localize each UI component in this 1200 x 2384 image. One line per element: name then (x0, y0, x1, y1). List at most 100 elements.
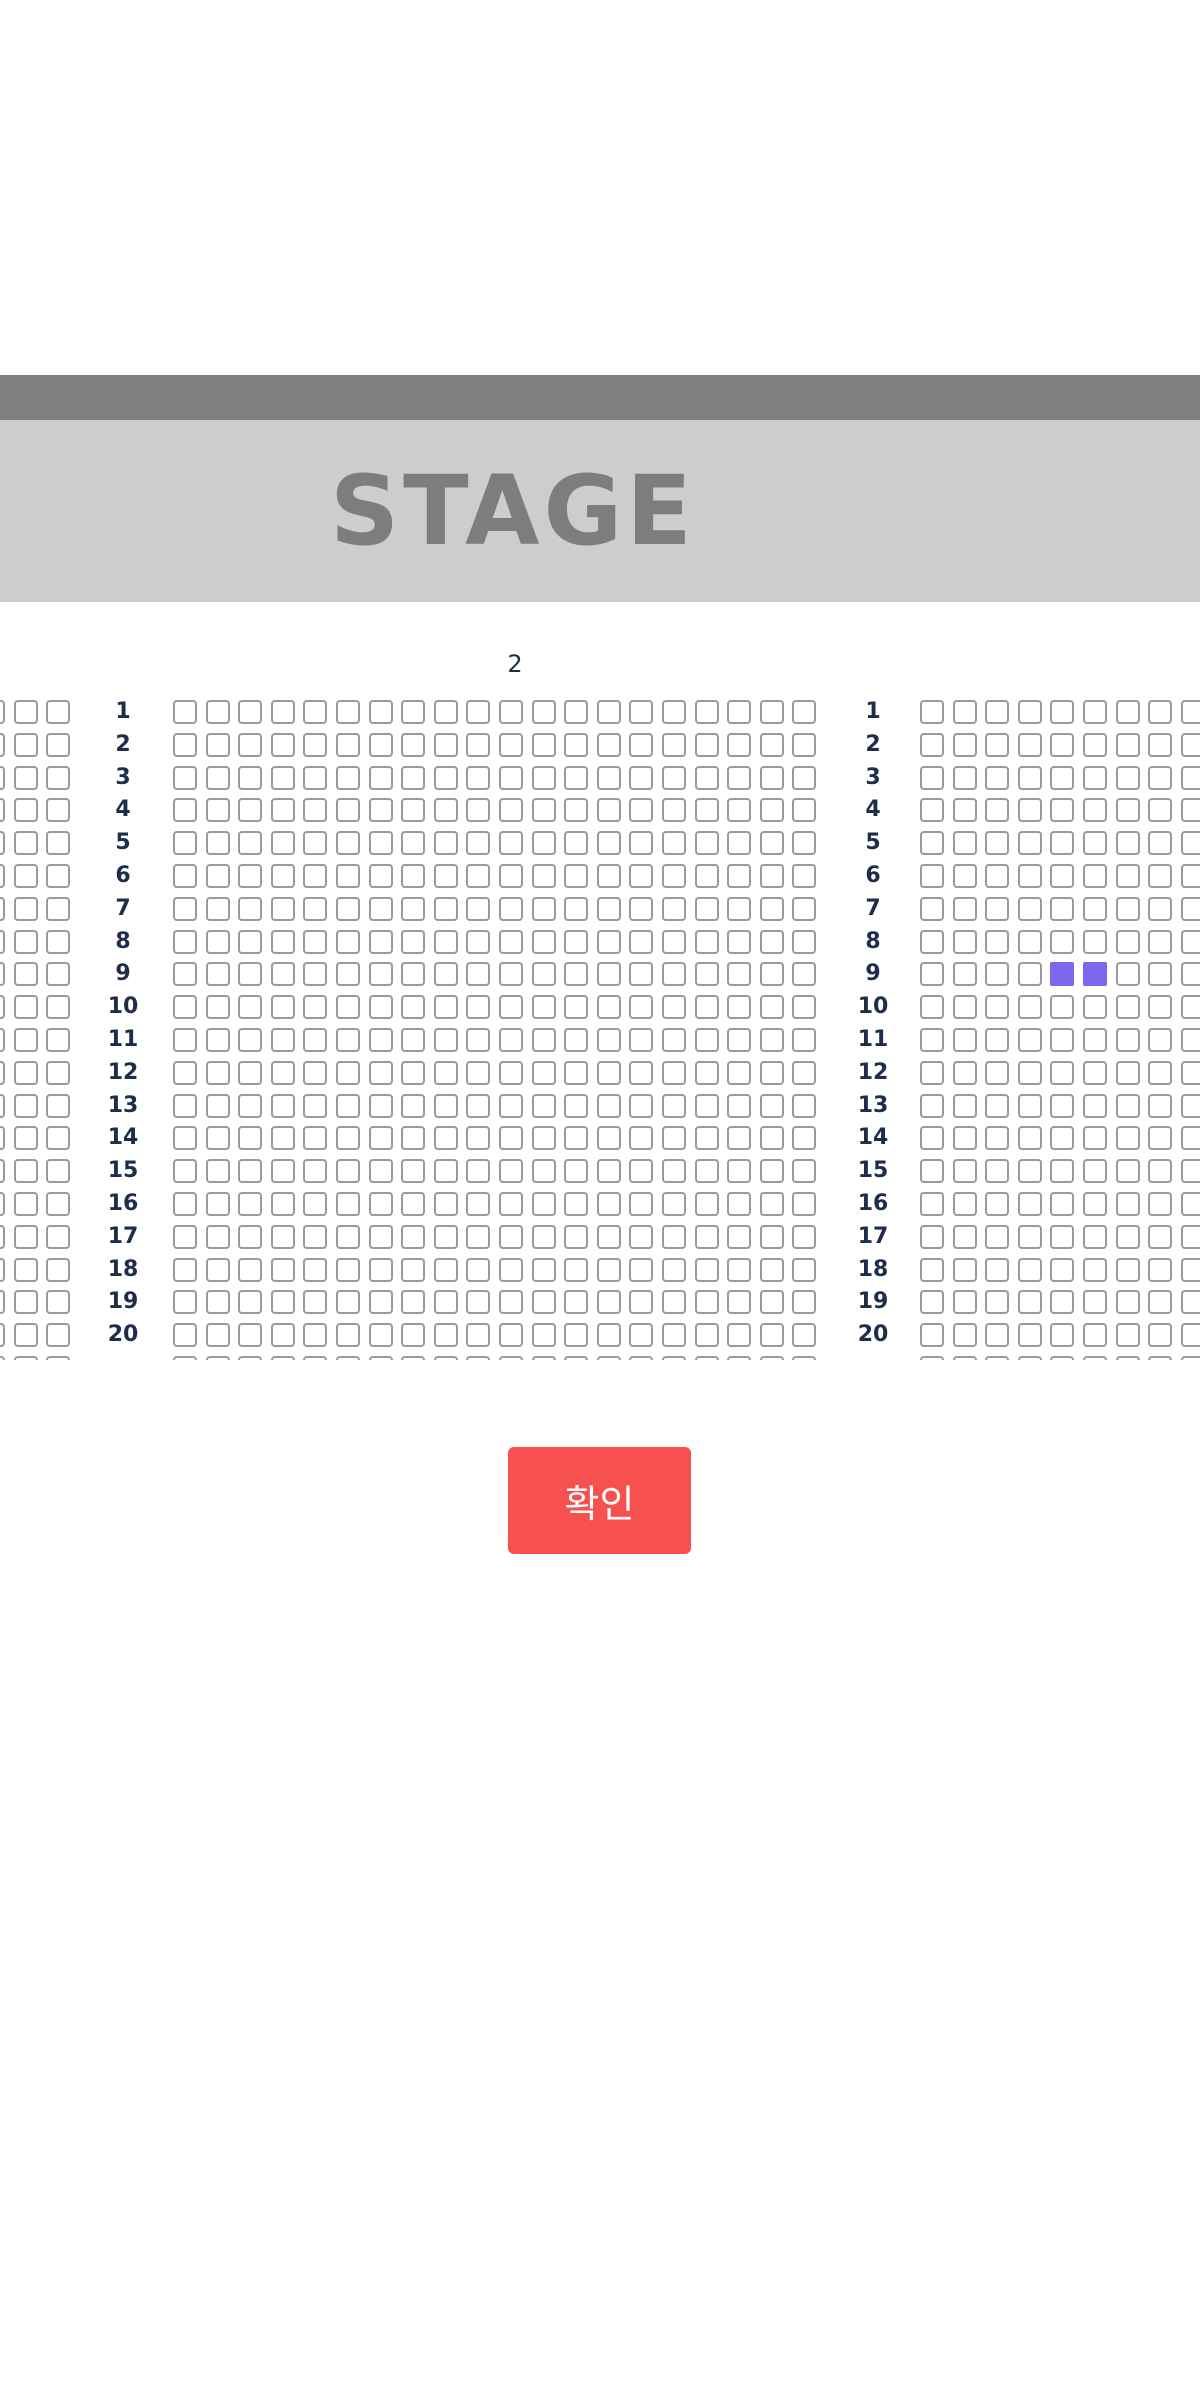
seat[interactable] (1115, 1060, 1140, 1085)
seat[interactable] (662, 896, 686, 921)
seat[interactable] (336, 1224, 360, 1249)
seat[interactable] (1083, 929, 1107, 954)
seat[interactable] (303, 1159, 328, 1184)
seat[interactable] (1017, 1356, 1042, 1360)
seat[interactable] (564, 962, 589, 987)
seat[interactable] (952, 1356, 977, 1360)
seat[interactable] (173, 798, 197, 823)
seat[interactable] (1050, 1192, 1075, 1216)
seat[interactable] (1180, 896, 1200, 921)
seat[interactable] (694, 831, 719, 856)
seat[interactable] (499, 995, 523, 1020)
seat[interactable] (499, 1290, 523, 1315)
seat[interactable] (433, 1290, 458, 1315)
seat[interactable] (629, 831, 654, 856)
seat[interactable] (1148, 1192, 1173, 1216)
seat[interactable] (792, 1093, 817, 1118)
seat[interactable] (985, 1257, 1010, 1282)
seat[interactable] (1083, 1060, 1107, 1085)
seat[interactable] (920, 1159, 944, 1184)
seat[interactable] (952, 1323, 977, 1348)
seat[interactable] (46, 1290, 71, 1315)
seat[interactable] (401, 1093, 426, 1118)
seat[interactable] (336, 798, 360, 823)
seat[interactable] (401, 798, 426, 823)
seat[interactable] (1017, 929, 1042, 954)
seat[interactable] (401, 1028, 426, 1052)
seat[interactable] (270, 1290, 295, 1315)
seat[interactable] (1050, 765, 1075, 790)
seat[interactable] (1083, 732, 1107, 757)
seat[interactable] (629, 1323, 654, 1348)
seat[interactable] (46, 896, 71, 921)
seat[interactable] (368, 700, 393, 724)
seat[interactable] (466, 765, 491, 790)
seat[interactable] (629, 864, 654, 888)
seat[interactable] (499, 864, 523, 888)
seat[interactable] (368, 1323, 393, 1348)
seat[interactable] (1115, 929, 1140, 954)
seat[interactable] (433, 765, 458, 790)
seat[interactable] (1083, 1224, 1107, 1249)
seat[interactable] (205, 1257, 230, 1282)
seat[interactable] (952, 831, 977, 856)
seat[interactable] (205, 831, 230, 856)
seat[interactable] (0, 995, 6, 1020)
seat[interactable] (205, 864, 230, 888)
seat[interactable] (499, 1356, 523, 1360)
seat[interactable] (727, 1126, 752, 1151)
seat[interactable] (205, 1093, 230, 1118)
seat[interactable] (173, 929, 197, 954)
seat[interactable] (596, 1126, 621, 1151)
seat[interactable] (433, 831, 458, 856)
seat[interactable] (303, 1224, 328, 1249)
seat[interactable] (336, 1356, 360, 1360)
seat[interactable] (0, 765, 6, 790)
seat[interactable] (303, 1126, 328, 1151)
seat[interactable] (1050, 1060, 1075, 1085)
seat[interactable] (1017, 1093, 1042, 1118)
seat[interactable] (792, 1224, 817, 1249)
seat[interactable] (727, 1356, 752, 1360)
seat[interactable] (13, 1290, 38, 1315)
seat[interactable] (466, 700, 491, 724)
seat[interactable] (466, 1323, 491, 1348)
seat[interactable] (401, 1290, 426, 1315)
seat[interactable] (270, 732, 295, 757)
seat[interactable] (270, 798, 295, 823)
seat[interactable] (564, 700, 589, 724)
seat[interactable] (727, 1093, 752, 1118)
seat[interactable] (531, 831, 556, 856)
seat[interactable] (205, 962, 230, 987)
seat[interactable] (694, 700, 719, 724)
seat[interactable] (596, 1028, 621, 1052)
seat[interactable] (0, 864, 6, 888)
seat[interactable] (920, 1257, 944, 1282)
seat[interactable] (205, 765, 230, 790)
seat[interactable] (727, 929, 752, 954)
seat[interactable] (727, 1224, 752, 1249)
seat[interactable] (985, 700, 1010, 724)
seat[interactable] (662, 1060, 686, 1085)
seat[interactable] (1083, 1028, 1107, 1052)
seat[interactable] (792, 1060, 817, 1085)
seat[interactable] (303, 831, 328, 856)
seat[interactable] (0, 896, 6, 921)
seat[interactable] (792, 1290, 817, 1315)
seat[interactable] (662, 765, 686, 790)
seat[interactable] (629, 1257, 654, 1282)
seat[interactable] (270, 995, 295, 1020)
seat[interactable] (1017, 1126, 1042, 1151)
seat[interactable] (238, 1159, 263, 1184)
seat[interactable] (694, 929, 719, 954)
seat[interactable] (336, 1060, 360, 1085)
seat[interactable] (368, 1093, 393, 1118)
seat[interactable] (401, 1126, 426, 1151)
seat[interactable] (1148, 700, 1173, 724)
seat[interactable] (401, 962, 426, 987)
seat[interactable] (920, 929, 944, 954)
seat[interactable] (1083, 798, 1107, 823)
seat[interactable] (952, 1224, 977, 1249)
seat[interactable] (173, 1192, 197, 1216)
seat[interactable] (952, 765, 977, 790)
